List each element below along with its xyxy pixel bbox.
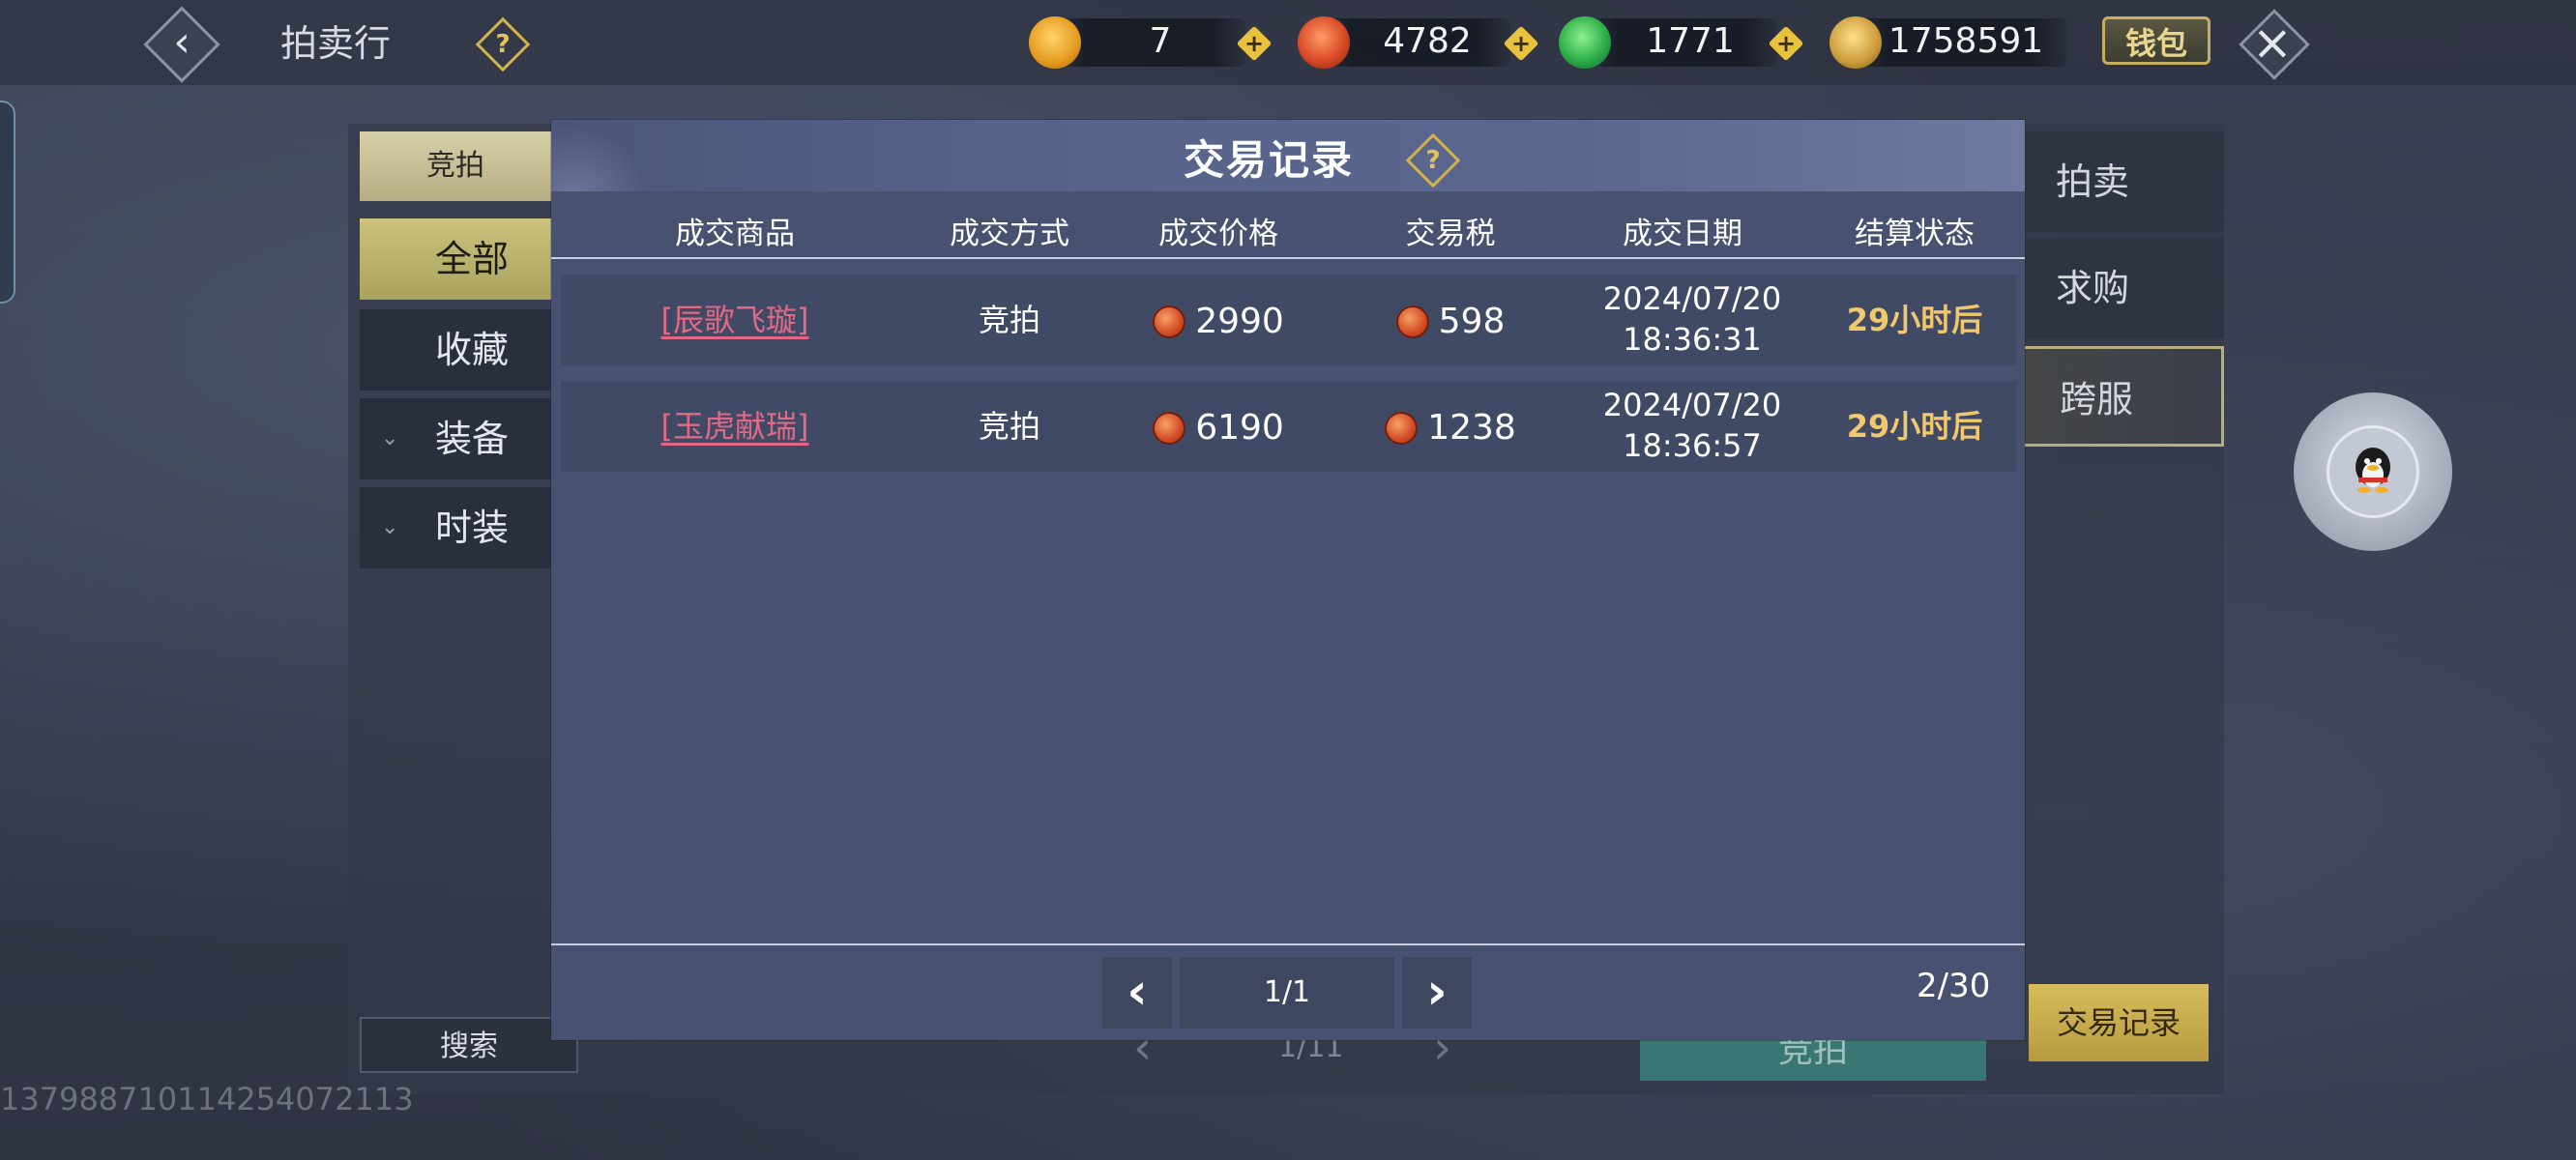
sidebar-item-label: 时装 <box>435 507 510 549</box>
item-link[interactable]: [辰歌飞璇] <box>629 275 841 365</box>
back-button[interactable]: ‹ <box>143 6 220 83</box>
column-header: 结算状态 <box>1855 217 1975 251</box>
tab-bid[interactable]: 竞拍 <box>360 131 551 201</box>
search-button[interactable]: 搜索 <box>360 1017 578 1073</box>
trade-tax: 1238 <box>1344 381 1557 472</box>
add-currency-button[interactable]: + <box>1236 25 1273 62</box>
uid-watermark: 1379887101142540721​13 <box>0 1081 414 1117</box>
chevron-left-icon: ‹ <box>173 17 190 67</box>
dialog-header: 交易记录 ? <box>551 120 2025 191</box>
sidebar-item-all[interactable]: 全部 <box>360 218 551 300</box>
dialog-title: 交易记录 <box>1184 136 1355 184</box>
column-header: 成交方式 <box>950 217 1069 251</box>
page-indicator: 1/1 <box>1180 957 1394 1029</box>
red-swirl-coin-icon <box>1385 412 1419 445</box>
trade-method: 竞拍 <box>978 302 1040 338</box>
trade-tax: 598 <box>1344 275 1557 365</box>
table-row: [玉虎献瑞] 竞拍 6190 1238 2024/07/20 18:36:57 … <box>561 381 2017 472</box>
wallet-button[interactable]: 钱包 <box>2102 16 2210 65</box>
sidebar-item-favorites[interactable]: 收藏 <box>360 309 551 391</box>
record-count: 2/30 <box>1917 967 1991 1005</box>
chevron-down-icon: ⌄ <box>381 426 399 450</box>
trade-method: 竞拍 <box>978 408 1040 445</box>
next-page-button[interactable]: › <box>1402 957 1472 1029</box>
trade-record-dialog: 交易记录 ? 成交商品 成交方式 成交价格 交易税 成交日期 结算状态 [辰歌飞… <box>551 120 2025 1040</box>
currency-value: 7 <box>1149 21 1172 61</box>
sidebar-item-label: 装备 <box>435 418 510 460</box>
currency-value: 1771 <box>1646 21 1735 61</box>
page-title: 拍卖行 <box>280 22 392 65</box>
trade-record-button[interactable]: 交易记录 <box>2029 984 2209 1061</box>
red-swirl-coin-icon <box>1298 16 1350 69</box>
trade-price: 2990 <box>1112 275 1325 365</box>
side-drawer-handle[interactable] <box>0 101 15 304</box>
help-button[interactable]: ? <box>1405 132 1461 188</box>
add-currency-button[interactable]: + <box>1503 25 1539 62</box>
sidebar-item-fashion[interactable]: ⌄ 时装 <box>360 487 551 568</box>
settlement-status: 29小时后 <box>1846 302 1983 338</box>
qq-float-button[interactable] <box>2294 392 2452 551</box>
table-header: 成交商品 成交方式 成交价格 交易税 成交日期 结算状态 <box>551 207 2025 261</box>
trade-price: 6190 <box>1112 381 1325 472</box>
red-swirl-coin-icon <box>1153 412 1186 445</box>
tab-purchase-request[interactable]: 求购 <box>2021 238 2224 338</box>
close-button[interactable]: × <box>2239 9 2310 80</box>
column-header: 交易税 <box>1405 217 1496 251</box>
prev-page-button[interactable]: ‹ <box>1102 957 1172 1029</box>
green-jade-icon <box>1559 16 1611 69</box>
item-link[interactable]: [玉虎献瑞] <box>629 381 841 472</box>
question-icon: ? <box>475 16 531 72</box>
divider <box>551 257 2025 259</box>
sidebar-item-label: 收藏 <box>435 329 510 371</box>
add-currency-button[interactable]: + <box>1768 25 1804 62</box>
question-icon: ? <box>1405 132 1461 188</box>
trade-date: 2024/07/20 18:36:57 <box>1602 387 1782 464</box>
penguin-icon <box>2327 425 2419 518</box>
sidebar-item-equipment[interactable]: ⌄ 装备 <box>360 398 551 479</box>
settlement-status: 29小时后 <box>1846 408 1983 445</box>
column-header: 成交价格 <box>1158 217 1278 251</box>
close-icon: × <box>2252 14 2293 71</box>
trade-date: 2024/07/20 18:36:31 <box>1602 280 1782 358</box>
red-swirl-coin-icon <box>1395 305 1429 338</box>
currency-value: 1758591 <box>1888 21 2044 61</box>
red-swirl-coin-icon <box>1153 305 1186 338</box>
currency-value: 4782 <box>1383 21 1472 61</box>
table-row: [辰歌飞璇] 竞拍 2990 598 2024/07/20 18:36:31 2… <box>561 275 2017 365</box>
column-header: 成交日期 <box>1623 217 1742 251</box>
help-button[interactable]: ? <box>475 16 531 72</box>
chevron-down-icon: ⌄ <box>381 515 399 539</box>
gold-ingot-icon <box>1029 16 1081 69</box>
sidebar-item-label: 全部 <box>435 238 510 280</box>
column-header: 成交商品 <box>675 217 795 251</box>
divider <box>551 943 2025 945</box>
tab-cross-server[interactable]: 跨服 <box>2021 346 2224 447</box>
gold-feather-coin-icon <box>1830 16 1882 69</box>
tab-auction[interactable]: 拍卖 <box>2021 131 2224 232</box>
